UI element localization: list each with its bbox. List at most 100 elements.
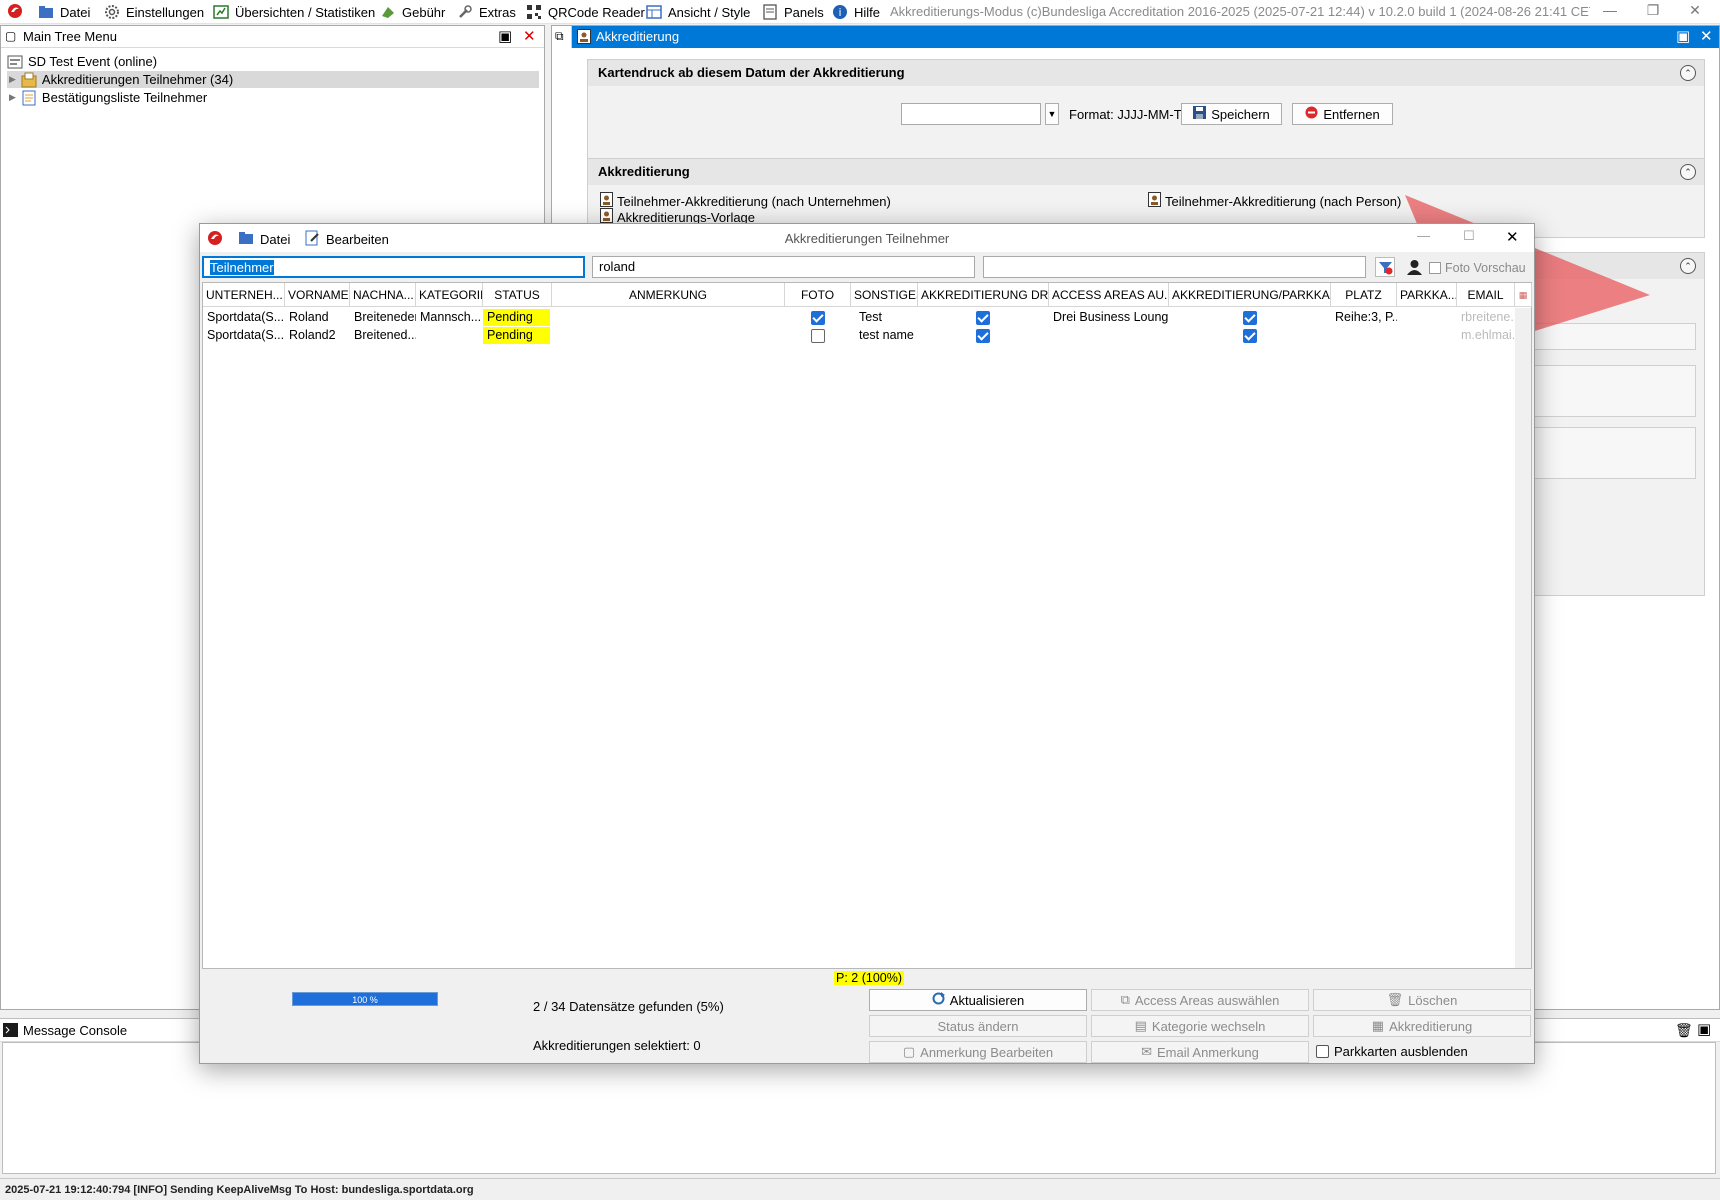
progress-bar: 100 % bbox=[292, 992, 438, 1006]
selected-count-label: Akkreditierungen selektiert: 0 bbox=[533, 1038, 701, 1053]
menu-hilfe[interactable]: i Hilfe bbox=[832, 3, 880, 21]
maximize-panel-icon[interactable]: ▣ bbox=[498, 27, 512, 45]
maximize-panel-icon[interactable]: ▣ bbox=[1676, 27, 1690, 45]
card-print-header: Kartendruck ab diesem Datum der Akkredit… bbox=[588, 60, 1704, 86]
collapse-icon[interactable]: ⌃ bbox=[1680, 258, 1696, 274]
change-category-button[interactable]: ▤ Kategorie wechseln bbox=[1091, 1015, 1309, 1037]
menu-panels[interactable]: Panels bbox=[762, 3, 824, 21]
col-header-accr-parking[interactable]: AKKREDITIERUNG/PARKKA... bbox=[1169, 283, 1331, 307]
col-header-access-areas[interactable]: ACCESS AREAS AU... bbox=[1049, 283, 1169, 307]
window-title: Akkreditierungs-Modus (c)Bundesliga Accr… bbox=[890, 4, 1590, 19]
expand-arrow-icon[interactable]: ▶ bbox=[9, 74, 16, 85]
tree-item-bestaetigungsliste[interactable]: ▶ Bestätigungsliste Teilnehmer bbox=[9, 89, 207, 106]
maximize-icon[interactable]: ☐ bbox=[1463, 228, 1475, 244]
menu-uebersichten[interactable]: Übersichten / Statistiken bbox=[213, 3, 375, 21]
cell-parking bbox=[1397, 327, 1457, 344]
dialog-menu-datei-label: Datei bbox=[260, 232, 291, 247]
email-icon: ✉ bbox=[1141, 1044, 1152, 1059]
maximize-panel-icon[interactable]: ▣ bbox=[1697, 1020, 1711, 1038]
person-icon[interactable] bbox=[1407, 259, 1422, 278]
col-header-parking[interactable]: PARKKA... bbox=[1397, 283, 1457, 307]
cell-accr-print-checkbox[interactable] bbox=[976, 329, 990, 343]
col-header-status[interactable]: STATUS bbox=[483, 283, 552, 307]
dialog-menu-datei[interactable]: Datei bbox=[238, 230, 290, 249]
col-header-lastname[interactable]: NACHNA... bbox=[350, 283, 416, 307]
column-chooser-icon[interactable]: ▦ bbox=[1515, 283, 1532, 307]
edit-document-icon bbox=[304, 230, 320, 249]
menu-gebuehr[interactable]: Gebühr bbox=[380, 3, 445, 21]
cell-note bbox=[552, 309, 785, 326]
restore-icon[interactable]: ❐ bbox=[1638, 2, 1668, 19]
accreditation-folder-icon bbox=[21, 72, 37, 88]
save-button-label: Speichern bbox=[1211, 106, 1270, 122]
minimize-icon[interactable]: — bbox=[1417, 228, 1430, 243]
hidden-field[interactable] bbox=[1508, 323, 1696, 350]
view-icon bbox=[646, 4, 662, 20]
menu-extras[interactable]: Extras bbox=[457, 3, 516, 21]
table-scrollbar[interactable] bbox=[1515, 308, 1531, 968]
email-note-button[interactable]: ✉ Email Anmerkung bbox=[1091, 1041, 1309, 1063]
collapse-icon[interactable]: ⌃ bbox=[1680, 65, 1696, 81]
photo-preview-checkbox[interactable] bbox=[1429, 262, 1441, 274]
accreditation-button[interactable]: ▦ Akkreditierung bbox=[1313, 1015, 1531, 1037]
col-header-category[interactable]: KATEGORIE bbox=[416, 283, 483, 307]
card-print-date-input[interactable] bbox=[901, 103, 1041, 125]
menu-qrcode[interactable]: QRCode Reader bbox=[526, 3, 645, 21]
filter-field-1[interactable]: Teilnehmer bbox=[202, 256, 585, 278]
hide-parking-cards-checkbox[interactable]: Parkkarten ausblenden bbox=[1316, 1044, 1468, 1059]
tree-root[interactable]: SD Test Event (online) bbox=[7, 53, 157, 70]
trash-icon[interactable]: 🗑 bbox=[1675, 1022, 1693, 1039]
menu-einstellungen[interactable]: Einstellungen bbox=[104, 3, 204, 21]
col-header-note[interactable]: ANMERKUNG bbox=[552, 283, 785, 307]
link-accreditation-by-person[interactable]: Teilnehmer-Akkreditierung (nach Person) bbox=[1148, 192, 1401, 210]
col-header-photo[interactable]: FOTO bbox=[785, 283, 851, 307]
cell-photo-checkbox[interactable] bbox=[811, 329, 825, 343]
close-panel-icon[interactable]: ✕ bbox=[523, 27, 536, 45]
save-button[interactable]: Speichern bbox=[1181, 103, 1282, 125]
expand-arrow-icon[interactable]: ▶ bbox=[9, 92, 16, 103]
collapse-icon[interactable]: ⌃ bbox=[1680, 164, 1696, 180]
col-header-other[interactable]: SONSTIGES bbox=[851, 283, 918, 307]
card-print-section: Kartendruck ab diesem Datum der Akkredit… bbox=[587, 59, 1705, 169]
cell-accr-parking-checkbox[interactable] bbox=[1243, 329, 1257, 343]
cell-accr-parking-checkbox[interactable] bbox=[1243, 311, 1257, 325]
dialog-menu-bearbeiten[interactable]: Bearbeiten bbox=[304, 230, 389, 249]
select-access-areas-button[interactable]: ⧉ Access Areas auswählen bbox=[1091, 989, 1309, 1011]
col-header-seat[interactable]: PLATZ bbox=[1331, 283, 1397, 307]
delete-button-label: Löschen bbox=[1408, 992, 1458, 1008]
panel-toggle[interactable]: ⧉ bbox=[552, 26, 572, 48]
menu-hilfe-label: Hilfe bbox=[854, 4, 881, 20]
hidden-field[interactable] bbox=[1508, 365, 1696, 417]
filter-field-2[interactable]: roland bbox=[592, 256, 975, 278]
refresh-button[interactable]: Aktualisieren bbox=[869, 989, 1087, 1011]
col-header-email[interactable]: EMAIL bbox=[1457, 283, 1515, 307]
remove-button[interactable]: Entfernen bbox=[1292, 103, 1393, 125]
menu-datei[interactable]: Datei bbox=[38, 3, 90, 21]
dialog-titlebar: Akkreditierungen Teilnehmer Datei Bearbe… bbox=[200, 224, 1534, 252]
folder-icon bbox=[38, 4, 54, 20]
minimize-icon[interactable]: — bbox=[1595, 2, 1625, 18]
edit-note-button[interactable]: ▢ Anmerkung Bearbeiten bbox=[869, 1041, 1087, 1063]
col-header-firstname[interactable]: VORNAME bbox=[285, 283, 350, 307]
close-icon[interactable]: ✕ bbox=[1680, 2, 1710, 19]
close-panel-icon[interactable]: ✕ bbox=[1700, 27, 1713, 45]
col-header-company[interactable]: UNTERNEH... bbox=[203, 283, 285, 307]
filter-clear-button[interactable] bbox=[1375, 257, 1395, 277]
tree-item-akkreditierungen[interactable]: ▶ Akkreditierungen Teilnehmer (34) bbox=[9, 71, 233, 88]
close-icon[interactable]: ✕ bbox=[1506, 228, 1519, 246]
col-header-accr-print[interactable]: AKKREDITIERUNG DR... bbox=[918, 283, 1049, 307]
chevron-down-icon: ▼ bbox=[1047, 109, 1057, 119]
filter-field-3[interactable] bbox=[983, 256, 1366, 278]
menu-ansicht[interactable]: Ansicht / Style bbox=[646, 3, 750, 21]
hidden-field[interactable] bbox=[1508, 427, 1696, 479]
records-found-label: 2 / 34 Datensätze gefunden (5%) bbox=[533, 999, 724, 1014]
cell-photo-checkbox[interactable] bbox=[811, 311, 825, 325]
money-icon bbox=[380, 4, 396, 20]
menu-datei-label: Datei bbox=[60, 4, 91, 20]
cell-accr-print-checkbox[interactable] bbox=[976, 311, 990, 325]
qrcode-icon bbox=[526, 4, 542, 20]
date-dropdown-button[interactable]: ▼ bbox=[1045, 103, 1059, 125]
delete-button[interactable]: 🗑 Löschen bbox=[1313, 989, 1531, 1011]
menu-extras-label: Extras bbox=[479, 4, 516, 20]
change-status-button[interactable]: Status ändern bbox=[869, 1015, 1087, 1037]
